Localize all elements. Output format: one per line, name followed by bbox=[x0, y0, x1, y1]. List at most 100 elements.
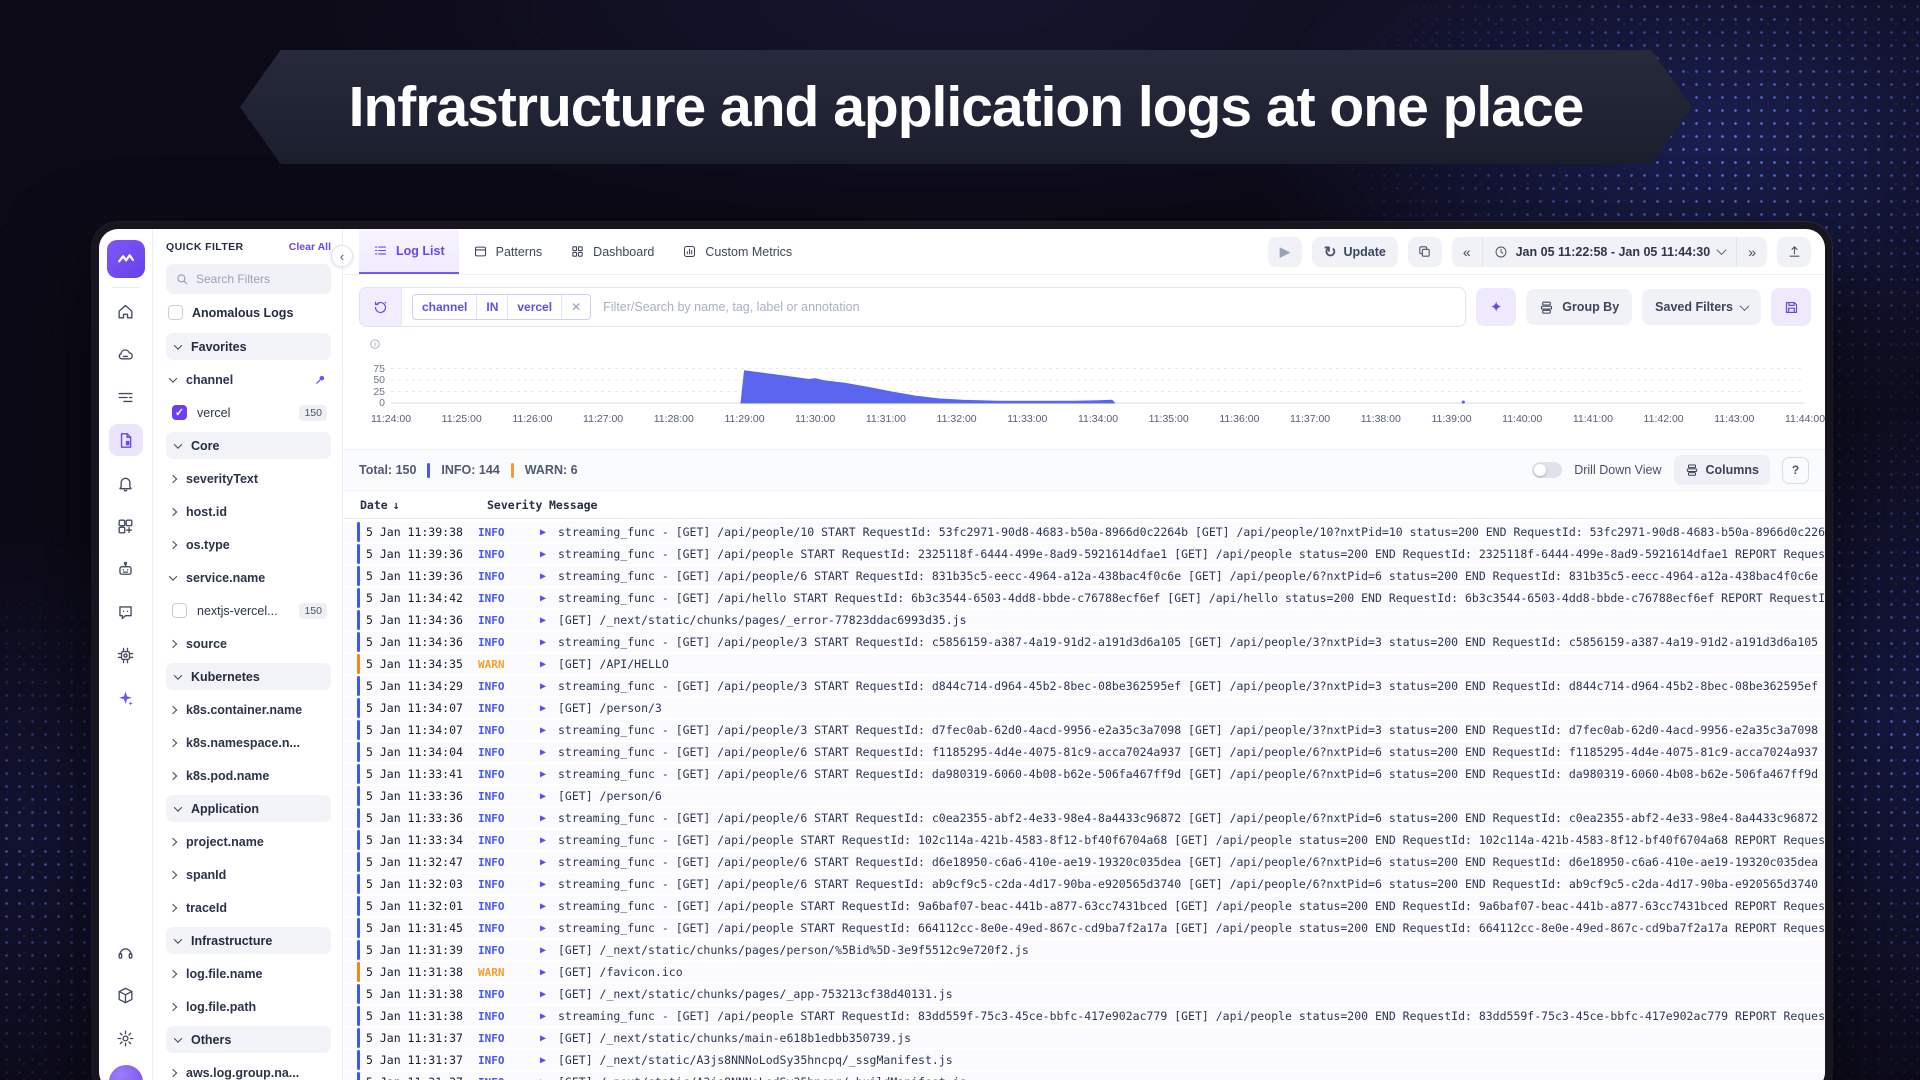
log-row[interactable]: 5 Jan 11:31:38 INFO ▶ streaming_func - [… bbox=[343, 1006, 1825, 1026]
filter-field-spanid[interactable]: spanId bbox=[166, 861, 331, 888]
column-severity[interactable]: Severity bbox=[487, 498, 549, 512]
filter-value-checkbox[interactable] bbox=[172, 603, 187, 618]
copy-link-button[interactable] bbox=[1408, 237, 1442, 267]
expand-row-icon[interactable]: ▶ bbox=[540, 879, 558, 890]
pipelines-icon[interactable] bbox=[109, 381, 143, 413]
expand-row-icon[interactable]: ▶ bbox=[540, 593, 558, 604]
filter-chip[interactable]: channel IN vercel ✕ bbox=[412, 294, 591, 320]
expand-row-icon[interactable]: ▶ bbox=[540, 967, 558, 978]
filter-field-service-name[interactable]: service.name bbox=[166, 564, 331, 591]
expand-row-icon[interactable]: ▶ bbox=[540, 1033, 558, 1044]
infra-chip-icon[interactable] bbox=[109, 639, 143, 671]
expand-row-icon[interactable]: ▶ bbox=[540, 571, 558, 582]
filter-field-k8s-pod-name[interactable]: k8s.pod.name bbox=[166, 762, 331, 789]
sort-desc-icon[interactable]: ↓ bbox=[393, 498, 400, 512]
filter-field-os-type[interactable]: os.type bbox=[166, 531, 331, 558]
filter-option-nextjs-vercel-[interactable]: nextjs-vercel...150 bbox=[166, 597, 331, 624]
range-forward-button[interactable]: » bbox=[1736, 237, 1767, 267]
search-filters-input[interactable] bbox=[196, 272, 322, 286]
expand-row-icon[interactable]: ▶ bbox=[540, 989, 558, 1000]
filter-group-favorites[interactable]: Favorites bbox=[166, 333, 331, 360]
filter-field-project-name[interactable]: project.name bbox=[166, 828, 331, 855]
log-row[interactable]: 5 Jan 11:32:01 INFO ▶ streaming_func - [… bbox=[343, 896, 1825, 916]
log-row[interactable]: 5 Jan 11:31:37 INFO ▶ [GET] /_next/stati… bbox=[343, 1050, 1825, 1070]
expand-row-icon[interactable]: ▶ bbox=[540, 681, 558, 692]
update-button[interactable]: ↻ Update bbox=[1312, 237, 1398, 267]
filter-search-box[interactable] bbox=[166, 264, 331, 294]
expand-row-icon[interactable]: ▶ bbox=[540, 1077, 558, 1080]
filter-group-core[interactable]: Core bbox=[166, 432, 331, 459]
support-headset-icon[interactable] bbox=[109, 936, 143, 968]
filter-group-kubernetes[interactable]: Kubernetes bbox=[166, 663, 331, 690]
ai-sparkle-icon[interactable] bbox=[109, 682, 143, 714]
robot-assistant-icon[interactable] bbox=[109, 553, 143, 585]
filter-field-source[interactable]: source bbox=[166, 630, 331, 657]
help-button[interactable]: ? bbox=[1782, 457, 1809, 484]
collapse-panel-button[interactable]: ‹ bbox=[331, 245, 353, 267]
query-history-button[interactable] bbox=[360, 288, 402, 326]
group-by-button[interactable]: Group By bbox=[1526, 289, 1632, 325]
column-message[interactable]: Message bbox=[549, 498, 597, 512]
filter-field-log-file-path[interactable]: log.file.path bbox=[166, 993, 331, 1020]
anomalous-logs-row[interactable]: Anomalous Logs bbox=[168, 305, 331, 320]
log-row[interactable]: 5 Jan 11:32:03 INFO ▶ streaming_func - [… bbox=[343, 874, 1825, 894]
log-row[interactable]: 5 Jan 11:34:35 WARN ▶ [GET] /API/HELLO bbox=[343, 654, 1825, 674]
chip-remove-icon[interactable]: ✕ bbox=[562, 295, 590, 319]
log-row[interactable]: 5 Jan 11:39:36 INFO ▶ streaming_func - [… bbox=[343, 544, 1825, 564]
expand-row-icon[interactable]: ▶ bbox=[540, 659, 558, 670]
log-row[interactable]: 5 Jan 11:31:38 WARN ▶ [GET] /favicon.ico bbox=[343, 962, 1825, 982]
range-back-button[interactable]: « bbox=[1452, 237, 1482, 267]
tab-dashboard[interactable]: Dashboard bbox=[556, 229, 668, 274]
ai-query-button[interactable]: ✦ bbox=[1476, 288, 1516, 326]
info-icon[interactable] bbox=[369, 337, 381, 355]
filter-option-vercel[interactable]: ✓vercel150 bbox=[166, 399, 331, 426]
log-row[interactable]: 5 Jan 11:31:37 INFO ▶ [GET] /_next/stati… bbox=[343, 1072, 1825, 1080]
export-button[interactable] bbox=[1777, 237, 1811, 267]
log-row[interactable]: 5 Jan 11:34:07 INFO ▶ streaming_func - [… bbox=[343, 720, 1825, 740]
filter-group-others[interactable]: Others bbox=[166, 1026, 331, 1053]
dashboards-icon[interactable] bbox=[109, 510, 143, 542]
log-row[interactable]: 5 Jan 11:34:36 INFO ▶ [GET] /_next/stati… bbox=[343, 610, 1825, 630]
app-logo[interactable] bbox=[107, 240, 145, 278]
clear-all-link[interactable]: Clear All bbox=[289, 241, 331, 253]
filter-value-checkbox[interactable]: ✓ bbox=[172, 405, 187, 420]
filter-field-aws-log-group-na-[interactable]: aws.log.group.na... bbox=[166, 1059, 331, 1080]
expand-row-icon[interactable]: ▶ bbox=[540, 725, 558, 736]
filter-search-bar[interactable]: channel IN vercel ✕ Filter/Search by nam… bbox=[359, 287, 1466, 327]
log-row[interactable]: 5 Jan 11:33:34 INFO ▶ streaming_func - [… bbox=[343, 830, 1825, 850]
play-button[interactable]: ▶ bbox=[1268, 237, 1302, 267]
saved-filters-button[interactable]: Saved Filters bbox=[1642, 289, 1761, 325]
log-row[interactable]: 5 Jan 11:34:29 INFO ▶ streaming_func - [… bbox=[343, 676, 1825, 696]
expand-row-icon[interactable]: ▶ bbox=[540, 791, 558, 802]
log-row[interactable]: 5 Jan 11:34:42 INFO ▶ streaming_func - [… bbox=[343, 588, 1825, 608]
filter-field-host-id[interactable]: host.id bbox=[166, 498, 331, 525]
expand-row-icon[interactable]: ▶ bbox=[540, 703, 558, 714]
log-row[interactable]: 5 Jan 11:34:36 INFO ▶ streaming_func - [… bbox=[343, 632, 1825, 652]
support-chat-icon[interactable] bbox=[109, 596, 143, 628]
filter-field-k8s-container-name[interactable]: k8s.container.name bbox=[166, 696, 331, 723]
tab-log-list[interactable]: Log List bbox=[359, 229, 459, 274]
log-row[interactable]: 5 Jan 11:31:39 INFO ▶ [GET] /_next/stati… bbox=[343, 940, 1825, 960]
column-date[interactable]: Date bbox=[360, 498, 388, 512]
settings-gear-icon[interactable] bbox=[109, 1022, 143, 1054]
tab-patterns[interactable]: Patterns bbox=[459, 229, 557, 274]
expand-row-icon[interactable]: ▶ bbox=[540, 901, 558, 912]
pin-icon[interactable] bbox=[314, 373, 327, 386]
expand-row-icon[interactable]: ▶ bbox=[540, 615, 558, 626]
expand-row-icon[interactable]: ▶ bbox=[540, 813, 558, 824]
log-row[interactable]: 5 Jan 11:33:36 INFO ▶ streaming_func - [… bbox=[343, 808, 1825, 828]
expand-row-icon[interactable]: ▶ bbox=[540, 1055, 558, 1066]
log-row[interactable]: 5 Jan 11:33:36 INFO ▶ [GET] /person/6 bbox=[343, 786, 1825, 806]
drill-down-toggle[interactable] bbox=[1532, 462, 1562, 478]
log-row[interactable]: 5 Jan 11:34:07 INFO ▶ [GET] /person/3 bbox=[343, 698, 1825, 718]
log-row[interactable]: 5 Jan 11:34:04 INFO ▶ streaming_func - [… bbox=[343, 742, 1825, 762]
expand-row-icon[interactable]: ▶ bbox=[540, 1011, 558, 1022]
expand-row-icon[interactable]: ▶ bbox=[540, 549, 558, 560]
anomalous-logs-checkbox[interactable] bbox=[168, 305, 183, 320]
columns-button[interactable]: Columns bbox=[1674, 455, 1770, 485]
save-filter-button[interactable] bbox=[1771, 288, 1811, 326]
filter-field-log-file-name[interactable]: log.file.name bbox=[166, 960, 331, 987]
log-row[interactable]: 5 Jan 11:31:37 INFO ▶ [GET] /_next/stati… bbox=[343, 1028, 1825, 1048]
filter-group-infrastructure[interactable]: Infrastructure bbox=[166, 927, 331, 954]
alerts-bell-icon[interactable] bbox=[109, 467, 143, 499]
